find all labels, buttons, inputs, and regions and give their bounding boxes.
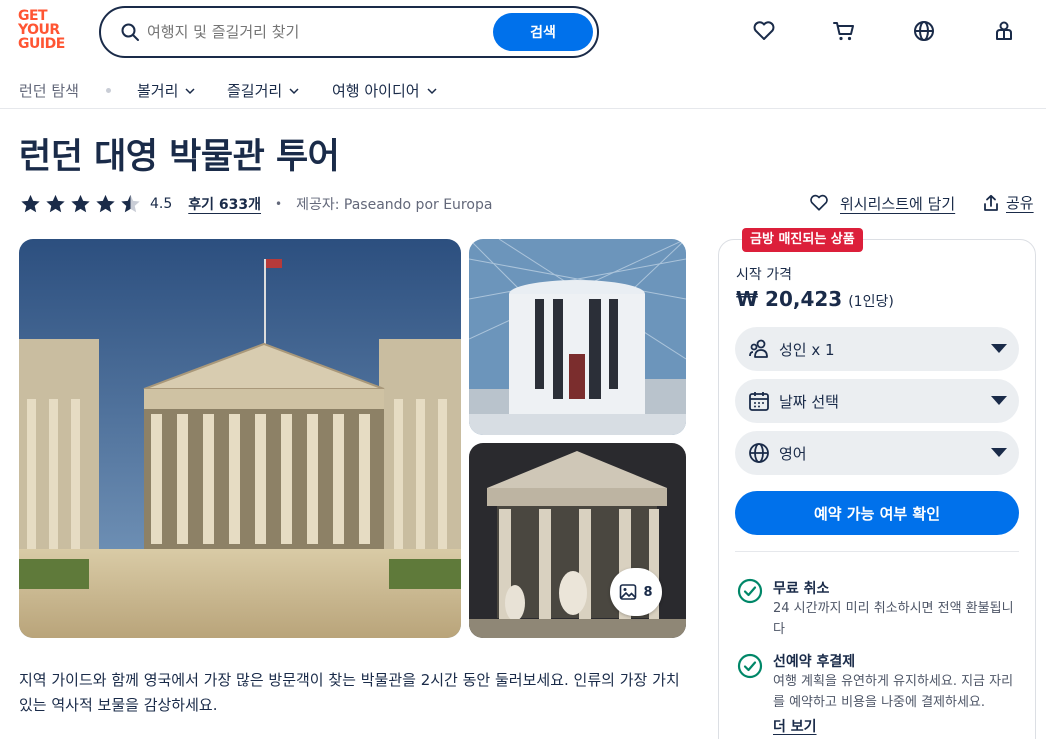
language-select[interactable]: 영어: [735, 431, 1019, 475]
nav-travel-ideas[interactable]: 여행 아이디어: [332, 80, 438, 101]
star-full-icon: [71, 194, 90, 213]
reviews-link[interactable]: 후기 633개: [188, 194, 261, 214]
share-label: 공유: [1006, 194, 1034, 212]
wishlist-label: 위시리스트에 담기: [840, 194, 956, 213]
date-select[interactable]: 날짜 선택: [735, 379, 1019, 423]
wishlist-button[interactable]: 위시리스트에 담기: [808, 192, 955, 214]
check-availability-button[interactable]: 예약 가능 여부 확인: [735, 491, 1019, 535]
nav-separator-dot: [106, 88, 111, 93]
header: GET YOUR GUIDE 검색: [0, 0, 1046, 64]
nav-attractions[interactable]: 볼거리: [137, 80, 196, 101]
chevron-down-icon: [427, 87, 437, 94]
globe-icon[interactable]: [911, 18, 937, 44]
caret-down-icon: [991, 396, 1007, 405]
heart-icon: [810, 194, 828, 211]
nav-explore-london[interactable]: 런던 탐색: [19, 80, 79, 101]
participants-select[interactable]: 성인 x 1: [735, 327, 1019, 371]
price-from-label: 시작 가격: [736, 267, 792, 283]
share-icon: [984, 194, 998, 211]
share-button[interactable]: 공유: [982, 192, 1034, 213]
participants-value: 성인 x 1: [779, 340, 835, 359]
great-court-image: [469, 239, 686, 435]
people-icon: [749, 339, 768, 358]
gallery-count-button[interactable]: 8: [610, 568, 662, 616]
calendar-icon: [749, 392, 769, 411]
reserve-now-pay-later-text: 여행 계획을 유연하게 유지하세요. 지금 자리를 예약하고 비용을 나중에 결…: [773, 674, 1014, 710]
getyourguide-logo[interactable]: GET YOUR GUIDE: [18, 9, 78, 51]
nav-things-to-do[interactable]: 즐길거리: [227, 80, 300, 101]
date-value: 날짜 선택: [779, 392, 839, 411]
cart-icon[interactable]: [831, 18, 857, 44]
provider-text: 제공자: Paseando por Europa: [296, 197, 493, 213]
rating-stars: [19, 193, 142, 215]
secondary-nav: 런던 탐색 볼거리 즐길거리 여행 아이디어: [0, 64, 1046, 109]
page-title: 런던 대영 박물관 투어: [19, 137, 340, 177]
check-circle-icon: [737, 578, 763, 604]
search-bar[interactable]: 검색: [99, 6, 599, 58]
booking-card: [718, 239, 1036, 739]
star-half-icon: [121, 194, 140, 213]
chevron-down-icon: [185, 87, 195, 94]
free-cancellation-text: 24 시간까지 미리 취소하시면 전액 환불됩니다: [773, 601, 1014, 637]
reserve-now-pay-later-title: 선예약 후결제: [773, 654, 856, 670]
museum-facade-image: [19, 239, 461, 638]
price-value: ₩ 20,423: [736, 287, 843, 311]
star-full-icon: [96, 194, 115, 213]
photo-great-court[interactable]: [469, 239, 686, 435]
image-icon: [620, 584, 637, 600]
search-button[interactable]: 검색: [493, 13, 593, 51]
price-unit: (1인당): [848, 294, 894, 310]
rating-value: 4.5: [150, 196, 173, 212]
language-value: 영어: [779, 444, 807, 463]
star-full-icon: [46, 194, 65, 213]
profile-icon[interactable]: [991, 18, 1017, 44]
caret-down-icon: [991, 344, 1007, 353]
check-circle-icon: [737, 653, 763, 679]
heart-icon[interactable]: [751, 18, 777, 44]
rating-row: 4.5 후기 633개 • 제공자: Paseando por Europa: [19, 192, 492, 216]
search-input[interactable]: [147, 20, 477, 44]
search-icon: [121, 23, 139, 41]
gallery-count: 8: [643, 584, 653, 600]
star-full-icon: [21, 194, 40, 213]
chevron-down-icon: [289, 87, 299, 94]
globe-icon: [749, 443, 769, 463]
booking-divider: [735, 551, 1019, 552]
price: ₩ 20,423 (1인당): [736, 287, 894, 311]
separator-dot: •: [275, 197, 283, 211]
product-description: 지역 가이드와 함께 영국에서 가장 많은 방문객이 찾는 박물관을 2시간 동…: [19, 671, 680, 714]
likely-to-sell-out-badge: 금방 매진되는 상품: [742, 228, 863, 252]
main-photo-museum-facade[interactable]: [19, 239, 461, 638]
free-cancellation-title: 무료 취소: [773, 581, 830, 597]
read-more-link[interactable]: 더 보기: [773, 716, 817, 736]
caret-down-icon: [991, 448, 1007, 457]
